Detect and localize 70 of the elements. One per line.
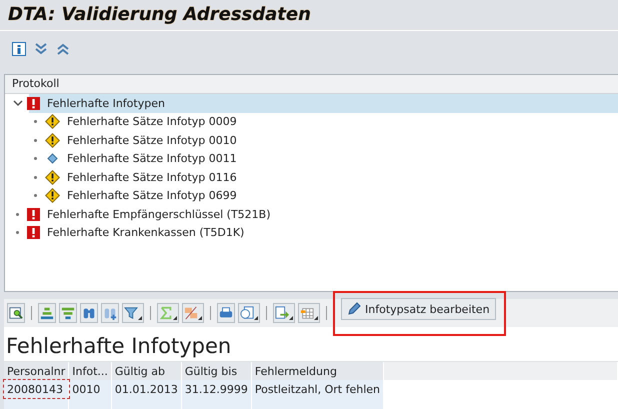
caret-icon [289, 316, 293, 320]
caret-icon [138, 316, 142, 320]
tree-item[interactable]: Fehlerhafte Sätze Infotyp 0699 [64, 187, 240, 204]
tree-item[interactable]: Fehlerhafte Sätze Infotyp 0009 [64, 113, 240, 130]
bullet-icon [34, 157, 37, 160]
find-icon [82, 306, 96, 320]
bullet-icon [16, 231, 19, 234]
panel-header: Protokoll [5, 75, 618, 94]
chevron-down-icon[interactable] [13, 98, 23, 108]
views-icon [240, 306, 254, 320]
details-icon [9, 306, 23, 320]
collapse-all-icon[interactable] [56, 42, 70, 56]
sort-descending-button[interactable] [59, 303, 77, 323]
column-header[interactable]: Gültig bis [181, 362, 252, 380]
edit-infotype-button[interactable]: Infotypsatz bearbeiten [341, 298, 496, 320]
filter-button[interactable] [122, 303, 144, 323]
views-button[interactable] [238, 303, 260, 323]
layout-icon [300, 306, 314, 320]
sum-button[interactable] [157, 303, 179, 323]
bullet-icon [34, 176, 37, 179]
bullet-icon [34, 194, 37, 198]
export-button[interactable] [273, 303, 295, 323]
error-icon [27, 208, 40, 221]
error-icon [27, 96, 40, 110]
export-icon [275, 306, 289, 320]
caret-icon [254, 316, 258, 320]
error-icon [27, 226, 40, 240]
tree-item[interactable]: Fehlerhafte Empfängerschlüssel (T521B) [44, 206, 274, 223]
table-cell: 31.12.9999 [181, 380, 252, 398]
find-next-button[interactable] [101, 303, 119, 323]
table-cell: 01.01.2013 [111, 380, 182, 398]
sort-descending-icon [61, 306, 75, 320]
info-icon[interactable] [12, 42, 26, 56]
caret-icon [173, 316, 177, 320]
expand-all-icon[interactable] [34, 42, 48, 56]
bullet-icon [34, 120, 37, 124]
details-button[interactable] [7, 303, 25, 323]
sort-ascending-icon [40, 306, 54, 320]
find-next-icon [103, 306, 117, 320]
sum-icon [159, 306, 173, 320]
print-button[interactable] [217, 303, 235, 323]
layout-button[interactable] [298, 303, 320, 323]
tree-item[interactable]: Fehlerhafte Sätze Infotyp 0116 [64, 168, 240, 186]
tree-item[interactable]: Fehlerhafte Krankenkassen (T5D1K) [44, 224, 248, 242]
tree-item[interactable]: Fehlerhafte Sätze Infotyp 0011 [64, 150, 240, 168]
table-cell: Postleitzahl, Ort fehlen [251, 380, 384, 398]
table-cell: 0010 [68, 380, 112, 398]
bullet-icon [16, 212, 19, 216]
column-header[interactable]: Gültig ab [111, 362, 182, 380]
pencil-icon [347, 302, 361, 316]
tree-item[interactable]: Fehlerhafte Sätze Infotyp 0010 [64, 132, 240, 149]
caret-icon [198, 316, 202, 320]
column-header[interactable]: Fehlermeldung [251, 362, 384, 380]
column-header[interactable]: Personalnr [4, 362, 69, 380]
print-icon [219, 306, 233, 320]
subtotal-button[interactable] [182, 303, 204, 323]
filter-icon [124, 306, 138, 320]
column-header[interactable]: Infot... [68, 362, 112, 380]
caret-icon [314, 316, 318, 320]
window-title: DTA: Validierung Adressdaten [8, 3, 311, 27]
warning-icon [45, 114, 60, 130]
table-cell: 20080143 [4, 380, 69, 398]
diamond-icon [45, 151, 60, 166]
subtotal-icon [184, 306, 198, 320]
sort-ascending-button[interactable] [38, 303, 56, 323]
bullet-icon [34, 138, 37, 142]
find-button[interactable] [80, 303, 98, 323]
warning-icon [45, 188, 60, 204]
warning-icon [45, 132, 60, 148]
warning-icon [45, 170, 60, 185]
